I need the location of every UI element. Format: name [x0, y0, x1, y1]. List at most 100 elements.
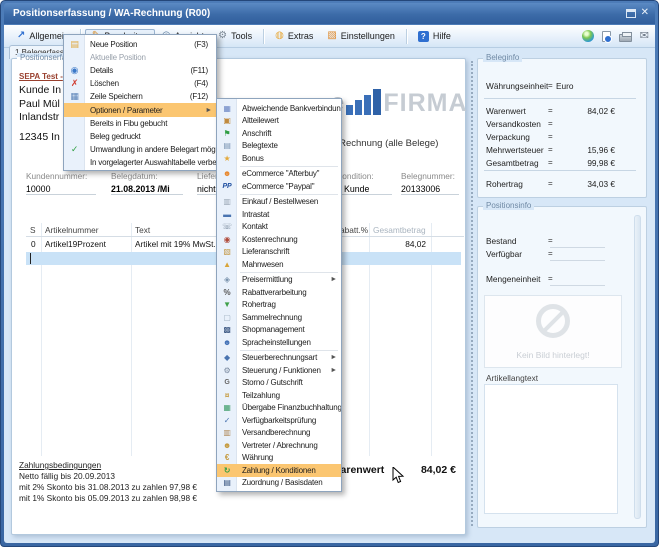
- submenu-arrow-icon: ►: [330, 354, 341, 361]
- menu-item-altteilewert[interactable]: ▣Altteilewert: [217, 115, 341, 128]
- row-label: Bestand: [486, 236, 516, 246]
- row-label: Warenwert: [486, 106, 526, 116]
- collective-invoice-icon: ▢: [217, 313, 237, 322]
- column-header-artikelnummer[interactable]: Artikelnummer: [45, 225, 98, 235]
- logo-bar-icon: [364, 95, 371, 115]
- menu-item-teilzahlung[interactable]: ¤Teilzahlung: [217, 389, 341, 402]
- menu-item-shopmanagement[interactable]: ▩Shopmanagement: [217, 324, 341, 337]
- menu-item-loeschen[interactable]: ✗Löschen(F4): [64, 77, 216, 90]
- menu-item-intrastat[interactable]: ▬Intrastat: [217, 208, 341, 221]
- article-image-placeholder: Kein Bild hinterlegt!: [484, 295, 622, 368]
- menu-item-verfuegbarkeitspruefung[interactable]: ✓Verfügbarkeitsprüfung: [217, 414, 341, 427]
- belegnummer-value[interactable]: 20133006: [401, 184, 459, 195]
- menu-item-umwandlung[interactable]: ✓Umwandlung in andere Belegart möglich: [64, 143, 216, 156]
- close-icon[interactable]: ✕: [641, 7, 649, 19]
- dunning-icon: ▲: [217, 260, 237, 269]
- menu-item-storno-gutschrift[interactable]: GStorno / Gutschrift: [217, 377, 341, 390]
- app-window: Positionserfassung / WA-Rechnung (R00) ✕…: [0, 0, 659, 547]
- restore-icon[interactable]: [626, 9, 636, 18]
- menu-item-steuerberechnungsart[interactable]: ◆Steuerberechnungsart►: [217, 352, 341, 365]
- row-value: 15,96 €: [587, 145, 615, 155]
- customer-contact: Paul Mül: [19, 98, 60, 110]
- zahlungsbedingungen-link[interactable]: Zahlungsbedingungen: [19, 460, 197, 471]
- menu-item-zuordnung-basisdaten[interactable]: ▤Zuordnung / Basisdaten: [217, 477, 341, 490]
- partial-payment-icon: ¤: [217, 391, 237, 400]
- artikellangtext-box[interactable]: [484, 384, 618, 514]
- document-texts-icon: ▤: [217, 141, 237, 150]
- menu-item-details[interactable]: ◉Details(F11): [64, 64, 216, 77]
- flag-icon: ⚑: [217, 129, 237, 138]
- menu-item-zeile-speichern[interactable]: ▦Zeile Speichern(F12): [64, 90, 216, 103]
- panel-splitter[interactable]: [471, 61, 473, 526]
- menu-item-steuerung-funktionen[interactable]: ⚙Steuerung / Funktionen►: [217, 364, 341, 377]
- payment-line: mit 2% Skonto bis 31.08.2013 zu zahlen 9…: [19, 482, 197, 493]
- menu-item-belegtexte[interactable]: ▤Belegtexte: [217, 140, 341, 153]
- menu-item-rohertrag[interactable]: ▼Rohertrag: [217, 299, 341, 312]
- web-globe-icon[interactable]: [582, 30, 594, 42]
- printer-icon[interactable]: [619, 34, 632, 42]
- menu-item-waehrung[interactable]: €Währung: [217, 452, 341, 465]
- menu-item-anschrift[interactable]: ⚑Anschrift: [217, 127, 341, 140]
- menu-item-versandberechnung[interactable]: ▥Versandberechnung: [217, 427, 341, 440]
- column-header-text[interactable]: Text: [135, 225, 150, 235]
- menu-item-sammelrechnung[interactable]: ▢Sammelrechnung: [217, 311, 341, 324]
- window-title: Positionserfassung / WA-Rechnung (R00): [13, 8, 210, 19]
- column-header-s[interactable]: S: [30, 225, 36, 235]
- field-belegdatum: Belegdatum: 21.08.2013 /Mi: [111, 171, 183, 195]
- menu-einstellungen[interactable]: ▧ Einstellungen: [320, 29, 402, 43]
- menu-tools[interactable]: ⚙ Tools: [211, 29, 259, 43]
- column-header-gesamtbetrag[interactable]: Gesamtbetrag: [373, 225, 426, 235]
- control-icon: ⚙: [217, 366, 237, 375]
- menu-item-abweichende-bankverbindung[interactable]: ▦Abweichende Bankverbindung: [217, 102, 341, 115]
- menu-item-preisermittlung[interactable]: ◈Preisermittlung►: [217, 274, 341, 287]
- smiley-icon: ☻: [217, 169, 237, 178]
- menu-item-optionen-parameter[interactable]: Optionen / Parameter►: [64, 103, 216, 116]
- menu-item-aktuelle-position: Aktuelle Position: [64, 51, 216, 64]
- menu-item-neue-position[interactable]: ▤Neue Position(F3): [64, 38, 216, 51]
- settings-icon: ▧: [327, 31, 336, 41]
- menu-item-kostenrechnung[interactable]: ◉Kostenrechnung: [217, 233, 341, 246]
- menu-item-ecommerce-afterbuy[interactable]: ☻eCommerce "Afterbuy": [217, 168, 341, 181]
- tax-calc-icon: ◆: [217, 353, 237, 362]
- menu-item-beleg-gedruckt[interactable]: Beleg gedruckt: [64, 130, 216, 143]
- menu-item-mahnwesen[interactable]: ▲Mahnwesen: [217, 258, 341, 271]
- company-logo: e FIRMA: [331, 85, 468, 115]
- belegdatum-value[interactable]: 21.08.2013 /Mi: [111, 184, 183, 195]
- email-icon[interactable]: ✉: [640, 31, 649, 42]
- menu-item-bonus[interactable]: ★Bonus: [217, 152, 341, 165]
- menu-item-kontakt[interactable]: ☏Kontakt: [217, 221, 341, 234]
- menu-item-einkauf-bestellwesen[interactable]: ▥Einkauf / Bestellwesen: [217, 196, 341, 209]
- menu-item-rabattverarbeitung[interactable]: %Rabattverarbeitung: [217, 286, 341, 299]
- document-export-icon[interactable]: [602, 31, 611, 42]
- agent-icon: ☻: [217, 441, 237, 450]
- menu-item-vertreter-abrechnung[interactable]: ☻Vertreter / Abrechnung: [217, 439, 341, 452]
- check-icon: ✓: [64, 145, 85, 154]
- intrastat-icon: ▬: [217, 210, 237, 219]
- menu-item-ecommerce-paypal[interactable]: PPeCommerce "Paypal": [217, 180, 341, 193]
- bank-icon: ▦: [217, 104, 237, 113]
- vertical-scrollbar[interactable]: [634, 215, 641, 519]
- menu-item-uebergabe-finanzbuchhaltung[interactable]: ▦Übergabe Finanzbuchhaltung: [217, 402, 341, 415]
- payment-conditions-icon: ↻: [217, 466, 237, 475]
- sepa-test-link[interactable]: SEPA Test -: [19, 72, 63, 81]
- contact-phone-icon: ☏: [217, 222, 237, 231]
- menu-extras[interactable]: ◍ Extras: [268, 29, 320, 43]
- pricing-icon: ◈: [217, 275, 237, 284]
- assignment-icon: ▤: [217, 478, 237, 487]
- details-icon: ◉: [64, 66, 85, 75]
- row-label: Rohertrag: [486, 179, 523, 189]
- menu-item-zahlung-konditionen[interactable]: ↻Zahlung / Konditionen: [217, 464, 341, 477]
- menu-hilfe[interactable]: ? Hilfe: [411, 29, 458, 44]
- toolbar-separator: [263, 29, 264, 44]
- logo-bar-icon: [346, 105, 353, 115]
- menu-item-bereits-in-fibu[interactable]: Bereits in Fibu gebucht: [64, 117, 216, 130]
- delete-icon: ✗: [64, 79, 85, 88]
- menu-item-in-vorgelagerter[interactable]: In vorgelagerter Auswahltabelle verberge…: [64, 156, 216, 169]
- mouse-cursor: [392, 467, 406, 485]
- menu-item-lieferanschrift[interactable]: ▧Lieferanschrift: [217, 246, 341, 259]
- text-caret: [30, 253, 31, 264]
- availability-icon: ✓: [217, 416, 237, 425]
- currency-icon: €: [217, 453, 237, 462]
- menu-item-spracheinstellungen[interactable]: ☻Spracheinstellungen: [217, 336, 341, 349]
- kundennummer-value[interactable]: 10000: [26, 184, 96, 195]
